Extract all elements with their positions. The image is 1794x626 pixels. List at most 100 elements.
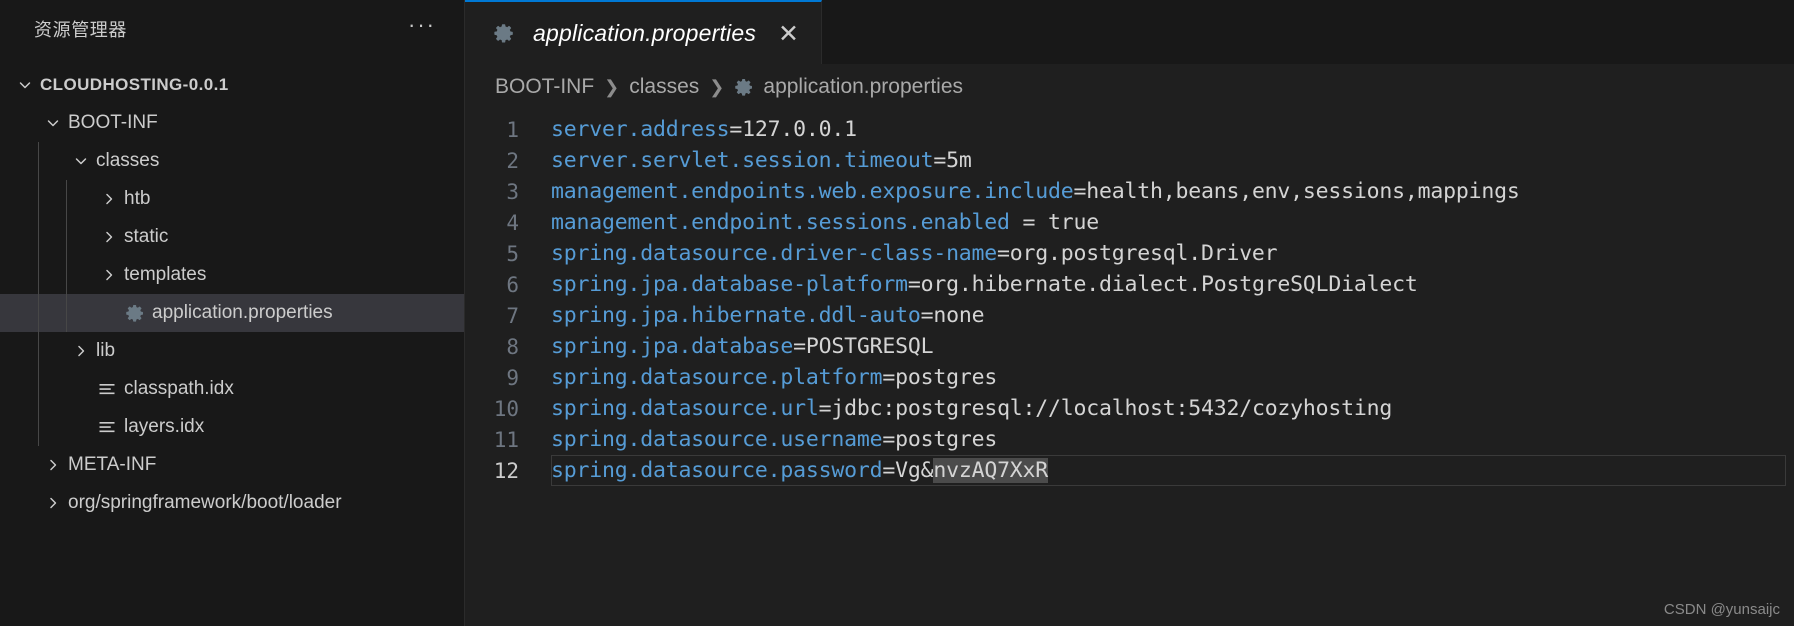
tree-item-static[interactable]: static xyxy=(0,218,464,256)
chevron-down-icon[interactable] xyxy=(12,76,38,94)
property-key: spring.datasource.username xyxy=(551,427,883,452)
property-equals: = xyxy=(933,148,947,173)
code-line[interactable]: 7 spring.jpa.hibernate.ddl-auto=none xyxy=(465,300,1794,331)
tree-item-application-properties[interactable]: application.properties xyxy=(0,294,464,332)
editor-tabbar: application.properties ✕ xyxy=(465,0,1794,64)
code-line-text: spring.datasource.username=postgres xyxy=(537,427,997,452)
tree-item-label: layers.idx xyxy=(124,416,205,437)
line-number: 7 xyxy=(506,303,519,328)
property-equals: = xyxy=(907,272,921,297)
code-line[interactable]: 10 spring.datasource.url=jdbc:postgresql:… xyxy=(465,393,1794,424)
line-number: 6 xyxy=(506,272,519,297)
tree-item-meta-inf[interactable]: META-INF xyxy=(0,446,464,484)
more-actions-icon[interactable]: ··· xyxy=(408,14,436,38)
code-line-text: server.servlet.session.timeout=5m xyxy=(537,148,972,173)
code-line[interactable]: 11 spring.datasource.username=postgres xyxy=(465,424,1794,455)
tree-item-layers-idx[interactable]: layers.idx xyxy=(0,408,464,446)
chevron-right-icon[interactable] xyxy=(96,266,122,284)
explorer-title: 资源管理器 xyxy=(34,20,127,41)
property-value: Vg& xyxy=(895,458,934,483)
code-line[interactable]: 5 spring.datasource.driver-class-name=org… xyxy=(465,238,1794,269)
tree-item-label: CLOUDHOSTING-0.0.1 xyxy=(40,75,229,94)
line-number: 9 xyxy=(506,365,519,390)
property-value: true xyxy=(1048,210,1100,235)
code-line-text: management.endpoints.web.exposure.includ… xyxy=(537,179,1520,204)
tree-item-label: templates xyxy=(124,264,207,285)
chevron-right-icon[interactable] xyxy=(96,190,122,208)
code-line[interactable]: 3 management.endpoints.web.exposure.inclu… xyxy=(465,176,1794,207)
tree-item-label: BOOT-INF xyxy=(68,112,158,133)
property-equals: = xyxy=(882,458,896,483)
chevron-down-icon[interactable] xyxy=(40,114,66,132)
code-editor[interactable]: 1 server.address=127.0.0.1 2 server.servlet… xyxy=(465,110,1794,626)
editor-area: application.properties ✕ BOOT-INF ❯ classe… xyxy=(465,0,1794,626)
code-line[interactable]: 12 spring.datasource.password=Vg&nvzAQ7Xx… xyxy=(465,455,1794,486)
tree-item-lib[interactable]: lib xyxy=(0,332,464,370)
gear-icon xyxy=(734,77,754,97)
property-key: spring.datasource.url xyxy=(551,396,819,421)
property-key: spring.datasource.password xyxy=(551,458,883,483)
file-tree: CLOUDHOSTING-0.0.1 BOOT-INF classes htb stat… xyxy=(0,58,464,522)
gear-icon xyxy=(491,22,517,44)
line-number: 3 xyxy=(506,179,519,204)
property-value: postgres xyxy=(895,365,998,390)
code-line[interactable]: 4 management.endpoint.sessions.enabled = … xyxy=(465,207,1794,238)
code-line-text: spring.jpa.database=POSTGRESQL xyxy=(537,334,934,359)
breadcrumb-item[interactable]: BOOT-INF xyxy=(495,75,594,99)
tree-item-boot-inf[interactable]: BOOT-INF xyxy=(0,104,464,142)
property-key: server.servlet.session.timeout xyxy=(551,148,934,173)
line-number: 11 xyxy=(493,427,519,452)
property-value: 5m xyxy=(946,148,972,173)
code-line-text: spring.jpa.hibernate.ddl-auto=none xyxy=(537,303,985,328)
property-equals: = xyxy=(920,303,934,328)
tree-item-templates[interactable]: templates xyxy=(0,256,464,294)
lines-icon xyxy=(94,417,120,437)
line-number: 10 xyxy=(493,396,519,421)
tree-item-classes[interactable]: classes xyxy=(0,142,464,180)
breadcrumb-item[interactable]: application.properties xyxy=(734,75,963,99)
chevron-right-icon[interactable] xyxy=(40,494,66,512)
code-line-text: spring.datasource.url=jdbc:postgresql://… xyxy=(537,396,1392,421)
chevron-right-icon[interactable] xyxy=(40,456,66,474)
gear-icon xyxy=(122,303,148,323)
code-line-text: management.endpoint.sessions.enabled = t… xyxy=(537,210,1099,235)
code-line[interactable]: 2 server.servlet.session.timeout=5m xyxy=(465,145,1794,176)
code-line[interactable]: 8 spring.jpa.database=POSTGRESQL xyxy=(465,331,1794,362)
tree-item-org-springframework-boot-loader[interactable]: org/springframework/boot/loader xyxy=(0,484,464,522)
property-key: server.address xyxy=(551,117,730,142)
property-key: spring.datasource.platform xyxy=(551,365,883,390)
code-line[interactable]: 1 server.address=127.0.0.1 xyxy=(465,114,1794,145)
chevron-right-icon[interactable] xyxy=(68,342,94,360)
tree-item-label: META-INF xyxy=(68,454,157,475)
property-value: none xyxy=(933,303,985,328)
tree-item-label: lib xyxy=(96,340,116,361)
close-icon[interactable]: ✕ xyxy=(778,21,799,46)
tree-item-cloudhosting-0-0-1[interactable]: CLOUDHOSTING-0.0.1 xyxy=(0,66,464,104)
chevron-down-icon[interactable] xyxy=(68,152,94,170)
lines-icon xyxy=(94,379,120,399)
property-key: spring.jpa.database xyxy=(551,334,794,359)
line-number: 8 xyxy=(506,334,519,359)
tab-application-properties[interactable]: application.properties ✕ xyxy=(465,0,822,64)
breadcrumb-label: application.properties xyxy=(763,75,964,98)
line-number: 5 xyxy=(506,241,519,266)
tree-item-label: static xyxy=(124,226,169,247)
breadcrumb-separator: ❯ xyxy=(604,76,620,97)
chevron-right-icon[interactable] xyxy=(96,228,122,246)
tree-item-htb[interactable]: htb xyxy=(0,180,464,218)
tree-item-classpath-idx[interactable]: classpath.idx xyxy=(0,370,464,408)
property-value: postgres xyxy=(895,427,998,452)
breadcrumb: BOOT-INF ❯ classes ❯ application.properties xyxy=(465,64,1794,110)
tree-item-label: org/springframework/boot/loader xyxy=(68,492,342,513)
breadcrumb-item[interactable]: classes xyxy=(629,75,699,99)
code-line-text: spring.datasource.password=Vg&nvzAQ7XxR xyxy=(537,458,1048,483)
property-value: jdbc:postgresql://localhost:5432/cozyhos… xyxy=(831,396,1393,421)
code-line[interactable]: 9 spring.datasource.platform=postgres xyxy=(465,362,1794,393)
code-line-text: spring.datasource.driver-class-name=org.… xyxy=(537,241,1278,266)
property-value: org.postgresql.Driver xyxy=(1009,241,1278,266)
property-value: health,beans,env,sessions,mappings xyxy=(1086,179,1520,204)
vscode-window: 资源管理器 ··· CLOUDHOSTING-0.0.1 BOOT-INF clas… xyxy=(0,0,1794,626)
code-line[interactable]: 6 spring.jpa.database-platform=org.hibern… xyxy=(465,269,1794,300)
explorer-header: 资源管理器 ··· xyxy=(0,0,464,58)
tab-label: application.properties xyxy=(533,19,757,46)
